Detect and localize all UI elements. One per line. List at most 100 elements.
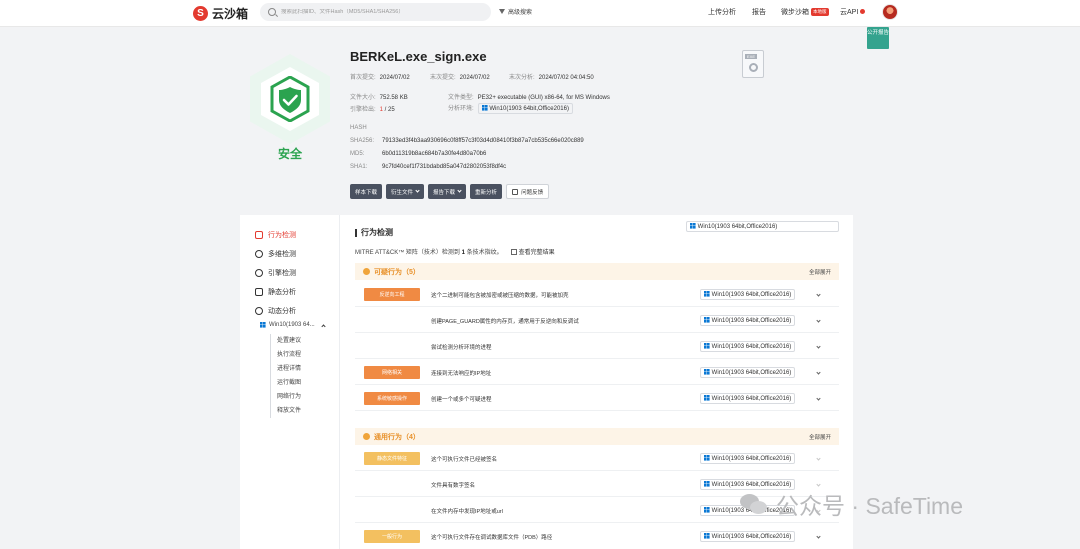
md5-value[interactable]: 6b0d11319b8ac684b7a30fe4d80a70b6 [382,151,486,157]
sidebar-item-dynamic[interactable]: 动态分析 [255,306,296,316]
search-input[interactable] [281,9,481,15]
behavior-row[interactable]: 网络相关 连接到无法响应的IP地址 Win10(1903 64bit,Offic… [355,361,839,385]
section-title: 行为检测 [355,229,393,237]
chevron-down-icon[interactable] [816,343,821,350]
advanced-search-link[interactable]: 高级搜索 [499,7,532,16]
sidebar-env-selector[interactable]: Win10(1903 64... [260,322,326,329]
feedback-label: 问题反馈 [521,189,544,196]
category-title: 通用行为（4） [374,433,420,441]
windows-icon [704,317,710,323]
sidebar-sub-disposal[interactable]: 处置建议 [277,334,301,348]
expand-all-button[interactable]: 全部展开 [809,268,831,276]
chevron-up-icon [321,323,326,329]
behavior-tag: 系统敏感操作 [364,392,420,405]
behavior-row[interactable]: 静态文件特征 这个可执行文件已经被签名 Win10(1903 64bit,Off… [355,447,839,471]
file-size-label: 文件大小: [350,95,376,101]
last-submit: 末次提交: 2024/07/02 [430,72,490,81]
row-env-tag: Win10(1903 64bit,Office2016) [700,341,796,352]
row-env-label: Win10(1903 64bit,Office2016) [711,292,792,298]
sidebar-sub-process-details[interactable]: 进程详情 [277,362,301,376]
chevron-down-icon[interactable] [816,395,821,402]
chevron-down-icon[interactable] [816,455,821,462]
report-download-button[interactable]: 报告下载 [428,184,467,199]
row-env-tag: Win10(1903 64bit,Office2016) [700,315,796,326]
engine-icon [255,269,263,277]
behavior-row[interactable]: 系统敏感操作 创建一个或多个可疑进程 Win10(1903 64bit,Offi… [355,387,839,411]
feedback-button[interactable]: 问题反馈 [506,184,550,199]
sidebar-sub-execution-flow[interactable]: 执行流程 [277,348,301,362]
windows-icon [704,533,710,539]
first-submit-value: 2024/07/02 [379,75,410,81]
behavior-row[interactable]: 一般行为 这个可执行文件存在调试数据库文件（PDB）路径 Win10(1903 … [355,525,839,549]
behavior-row[interactable]: 尝试检测分析环境的进程 Win10(1903 64bit,Office2016) [355,335,839,359]
download-sample-button[interactable]: 样本下载 [350,184,383,199]
file-type-value: PE32+ executable (GUI) x86-64, for MS Wi… [477,95,610,101]
public-report-button[interactable]: 公开报告 [867,27,889,49]
windows-icon [704,369,710,375]
row-env-tag: Win10(1903 64bit,Office2016) [700,289,796,300]
search-box[interactable] [260,3,491,21]
row-env-tag: Win10(1903 64bit,Office2016) [700,453,796,464]
report-download-label: 报告下载 [433,189,456,196]
nav-micro-sandbox[interactable]: 微步沙箱 本地版 [781,7,829,17]
env-filter-tag[interactable]: Win10(1903 64bit,Office2016) [686,221,839,232]
watermark-text: 公众号 · SafeTime [776,493,964,519]
sidebar-item-behavior[interactable]: 行为检测 [255,230,296,240]
nav-upload-analysis[interactable]: 上传分析 [708,7,736,17]
sidebar-sub-dropped-files[interactable]: 释放文件 [277,404,301,418]
sha1-value[interactable]: 9c7fd40cef1f731bdabd85a047d2802053f8df4c [382,164,506,170]
user-avatar[interactable] [882,4,898,20]
sidebar-item-label: 动态分析 [268,308,296,315]
view-full-results-link[interactable]: 查看完整结果 [510,249,555,256]
last-analysis-label: 末次分析: [509,75,535,81]
file-type: 文件类型: PE32+ executable (GUI) x86-64, for … [448,92,610,101]
chevron-down-icon[interactable] [816,369,821,376]
windows-icon [260,322,266,328]
monitor-icon [255,231,263,239]
exe-file-icon: EXE [742,50,764,78]
analysis-env-tag: Win10(1903 64bit,Office2016) [477,103,573,114]
wechat-icon [740,492,770,516]
chevron-down-icon[interactable] [816,317,821,324]
behavior-row[interactable]: 创建PAGE_GUARD属性的内存页，通常用于反逆向和反调试 Win10(190… [355,309,839,333]
sidebar-subnav: 处置建议 执行流程 进程详情 运行截图 网络行为 释放文件 [270,334,301,418]
warning-icon [363,433,370,440]
sidebar-env-label: Win10(1903 64... [269,322,315,328]
verdict-label: 安全 [278,147,303,161]
sidebar-sub-screenshots[interactable]: 运行截图 [277,376,301,390]
windows-icon [690,223,696,229]
category-general[interactable]: 通用行为（4） 全部展开 [355,428,839,445]
advanced-search-label: 高级搜索 [508,10,533,16]
sidebar-item-static[interactable]: 静态分析 [255,287,296,297]
mitre-summary: MITRE ATT&CK™ 矩阵（技术）检测到 1 条技术指纹。 查看完整结果 [355,247,555,256]
reanalyze-button[interactable]: 重新分析 [470,184,503,199]
category-suspicious[interactable]: 可疑行为（5） 全部展开 [355,263,839,280]
windows-icon [704,395,710,401]
warning-icon [363,268,370,275]
windows-icon [704,481,710,487]
sha256-value[interactable]: 79133ed3f4b3aa930696c0f8ff57c3f03d4d0841… [382,138,584,144]
nav-cloud-api[interactable]: 云API [840,7,866,17]
file-size: 文件大小: 752.58 KB [350,92,408,101]
logo[interactable]: S 云沙箱 [193,5,248,22]
chevron-down-icon[interactable] [816,291,821,298]
windows-icon [481,105,488,111]
sha256-row: SHA256: 79133ed3f4b3aa930696c0f8ff57c3f03… [350,138,584,144]
view-full-label: 查看完整结果 [518,250,555,256]
behavior-text: 在文件内存中发现IP地址或url [431,509,503,515]
derived-files-button[interactable]: 衍生文件 [386,184,425,199]
analysis-env-label: 分析环境: [448,106,474,112]
sidebar-sub-network[interactable]: 网络行为 [277,390,301,404]
filter-icon [499,9,505,14]
derived-files-label: 衍生文件 [391,189,414,196]
sidebar-item-engine[interactable]: 引擎检测 [255,268,296,278]
behavior-tag: 反逆向工程 [364,288,420,301]
behavior-row[interactable]: 反逆向工程 这个二进制可能包含被加密或被压缩的数据，可能被加壳 Win10(19… [355,283,839,307]
behavior-text: 这个可执行文件存在调试数据库文件（PDB）路径 [431,535,553,541]
chevron-down-icon[interactable] [816,533,821,540]
sidebar-item-label: 引擎检测 [268,270,296,277]
expand-all-button[interactable]: 全部展开 [809,433,831,441]
sidebar-item-multidimensional[interactable]: 多维检测 [255,249,296,259]
nav-report[interactable]: 报告 [752,7,766,17]
engine-total-count: / 25 [383,107,395,113]
